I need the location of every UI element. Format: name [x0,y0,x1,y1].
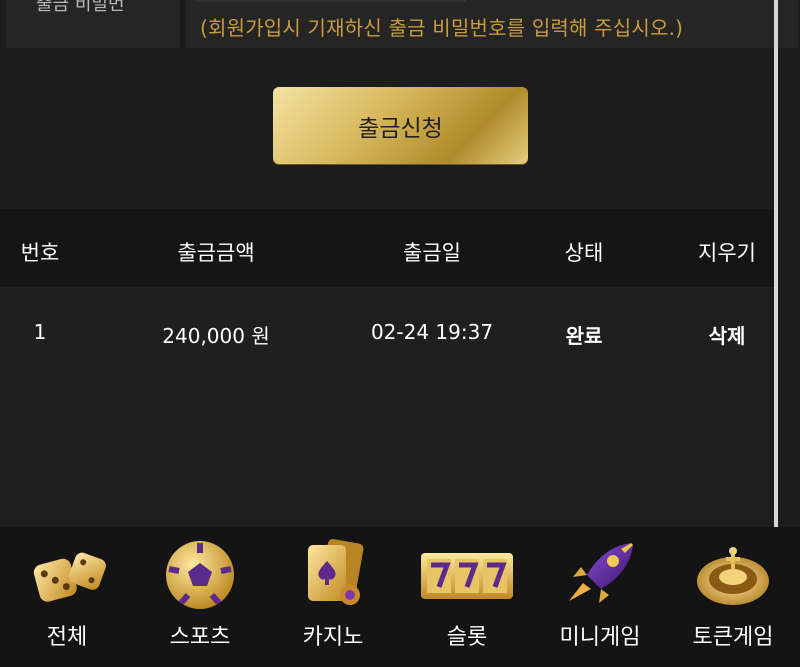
nav-item-casino[interactable]: 카지노 [266,527,400,667]
row-status: 완료 [565,324,603,348]
withdraw-table-header [0,209,774,287]
nav-item-all[interactable]: 전체 [0,527,134,667]
nav-item-token-game[interactable]: 토큰게임 [666,527,800,667]
header-number: 번호 [20,241,60,265]
password-label: 출금 비밀번 [36,0,125,15]
soccer-ball-icon [166,541,234,609]
header-status: 상태 [564,241,604,265]
nav-item-sports[interactable]: 스포츠 [133,527,267,667]
nav-item-slot[interactable]: 슬롯 [400,527,534,667]
nav-label-casino: 카지노 [302,625,364,650]
roulette-icon [697,547,769,605]
dice-icon [33,552,106,602]
nav-label-token-game: 토큰게임 [692,625,774,650]
header-date: 출금일 [403,241,461,265]
nav-label-sports: 스포츠 [169,625,231,650]
password-label-cell: 출금 비밀번 [6,0,180,48]
row-amount: 240,000 원 [162,324,270,348]
row-date: 02-24 19:37 [370,320,494,344]
rocket-icon [569,543,633,603]
withdraw-request-button[interactable]: 출금신청 [273,87,528,164]
header-delete: 지우기 [698,241,756,265]
delete-button[interactable]: 삭제 [709,320,746,349]
nav-label-all: 전체 [46,625,88,650]
slot-777-icon [421,553,513,599]
header-amount: 출금금액 [177,241,255,265]
playing-card-icon [308,539,364,605]
nav-label-minigame: 미니게임 [559,625,641,650]
password-input-field[interactable] [196,0,466,2]
nav-item-minigame[interactable]: 미니게임 [533,527,667,667]
nav-label-slot: 슬롯 [446,625,488,650]
row-number: 1 [33,320,47,344]
password-hint: (회원가입시 기재하신 출금 비밀번호를 입력해 주십시오.) [200,16,684,40]
